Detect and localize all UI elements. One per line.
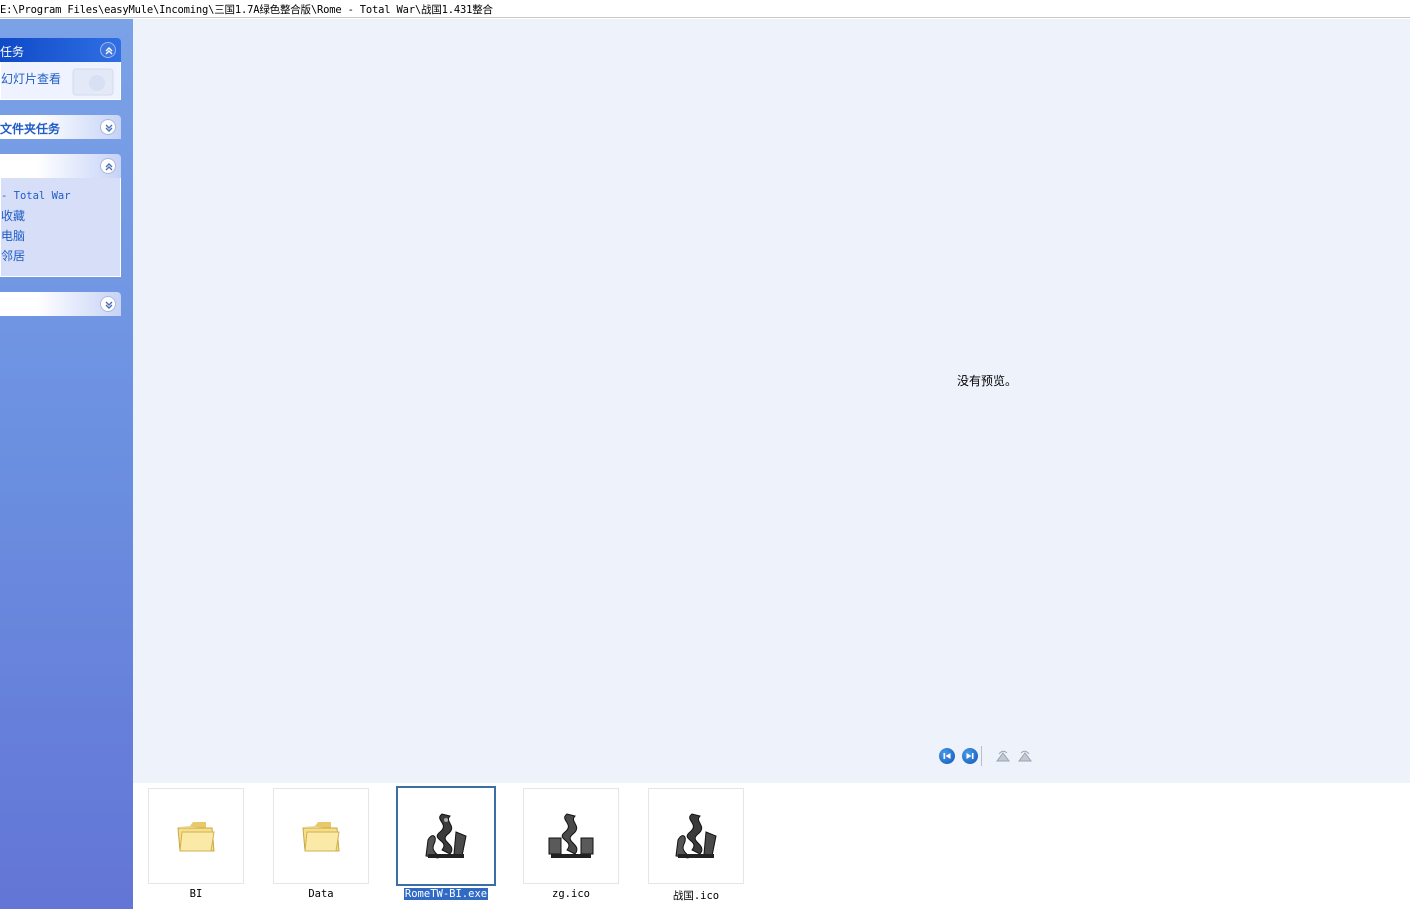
filmstrip-item-bi[interactable] — [148, 788, 244, 884]
rotate-counterclockwise-icon[interactable] — [1017, 749, 1033, 763]
filmstrip-caption: BI — [189, 888, 203, 900]
picture-tasks-title: 任务 — [0, 45, 25, 59]
dragon-icon — [675, 813, 717, 859]
next-icon — [966, 753, 974, 759]
address-path: E:\Program Files\easyMule\Incoming\三国1.7… — [0, 4, 493, 16]
filmstrip-caption: zg.ico — [552, 888, 590, 900]
expand-chevron-icon[interactable] — [100, 119, 116, 135]
task-pane: 任务 幻灯片查看 文件夹任务 - Total War 收藏 电脑 邻居 — [0, 19, 133, 909]
filmstrip-caption: 战国.ico — [672, 890, 720, 902]
filmstrip-caption: Data — [308, 888, 334, 900]
rotate-clockwise-icon[interactable] — [995, 749, 1011, 763]
collapse-chevron-icon[interactable] — [100, 42, 116, 58]
slideshow-watermark-icon — [72, 68, 114, 96]
filmstrip-caption-selected: RomeTW-BI.exe — [403, 888, 489, 900]
picture-tasks-header[interactable]: 任务 — [0, 38, 121, 62]
folder-icon — [177, 822, 215, 852]
filmstrip-item-rometw-bi-exe[interactable] — [396, 786, 496, 886]
toolbar-separator — [981, 746, 982, 766]
details-header[interactable] — [0, 292, 121, 316]
previous-icon — [943, 753, 951, 759]
expand-chevron-icon[interactable] — [100, 296, 116, 312]
place-link-network[interactable]: 邻居 — [1, 247, 25, 264]
address-bar[interactable]: E:\Program Files\easyMule\Incoming\三国1.7… — [0, 0, 1410, 18]
folder-tasks-header[interactable]: 文件夹任务 — [0, 115, 121, 139]
picture-tasks-body: 幻灯片查看 — [0, 62, 121, 100]
filmstrip-item-zg-ico[interactable] — [523, 788, 619, 884]
slideshow-link[interactable]: 幻灯片查看 — [1, 70, 61, 87]
place-link-computer[interactable]: 电脑 — [1, 227, 25, 244]
previous-image-button[interactable] — [939, 748, 955, 764]
next-image-button[interactable] — [962, 748, 978, 764]
folder-tasks-title: 文件夹任务 — [0, 122, 61, 136]
collapse-chevron-icon[interactable] — [100, 158, 116, 174]
place-link-favorites[interactable]: 收藏 — [1, 207, 25, 224]
dragon-icon — [548, 813, 594, 858]
other-places-header[interactable] — [0, 154, 121, 178]
dragon-icon — [425, 813, 467, 859]
filmstrip: BI Data RomeTW-BI.exe zg.ico 战国.ico — [133, 783, 1410, 909]
filmstrip-item-data[interactable] — [273, 788, 369, 884]
place-link-total-war[interactable]: - Total War — [1, 190, 71, 202]
folder-icon — [302, 822, 340, 852]
filmstrip-item-zhanguo-ico[interactable] — [648, 788, 744, 884]
other-places-body: - Total War 收藏 电脑 邻居 — [0, 178, 121, 277]
no-preview-message: 没有预览。 — [957, 374, 1018, 388]
image-preview-area: 没有预览。 — [133, 19, 1410, 783]
